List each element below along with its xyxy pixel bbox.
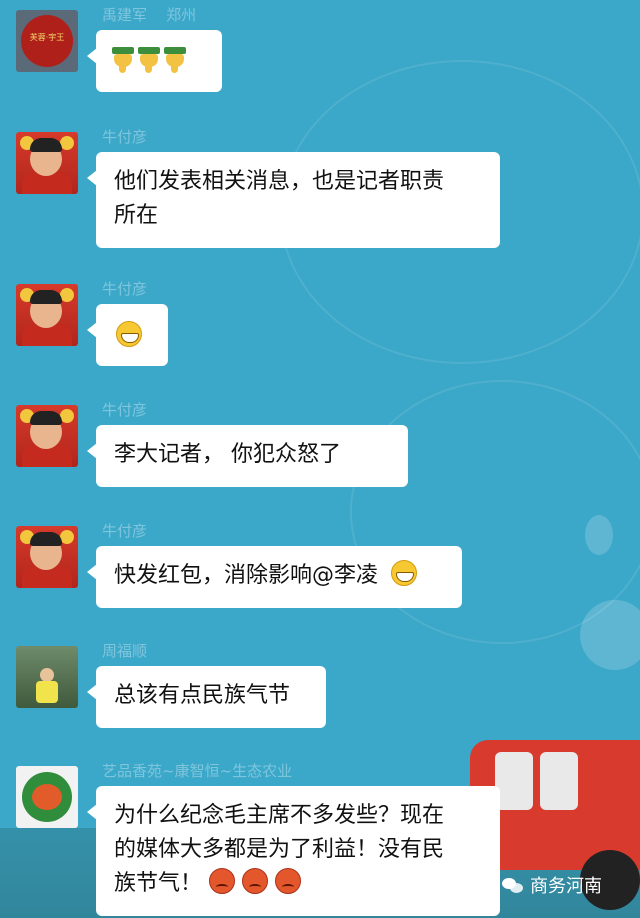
avatar[interactable]: 芙蓉·宇王 bbox=[16, 10, 78, 72]
sender-name: 牛付彦 bbox=[102, 280, 148, 298]
message-text: 总该有点民族气节 bbox=[114, 683, 291, 708]
angry-emoji-icon bbox=[242, 868, 269, 894]
lantern-icon bbox=[60, 288, 74, 302]
watermark-label: 商务河南 bbox=[530, 876, 602, 897]
grin-emoji-icon bbox=[391, 560, 418, 586]
message-bubble[interactable] bbox=[87, 304, 168, 366]
angry-emoji-icon bbox=[209, 868, 236, 894]
message-text: 的媒体大多都是为了利益！没有民 bbox=[114, 837, 445, 862]
thumbs-down-icon bbox=[112, 47, 134, 73]
sender-name: 牛付彦 bbox=[102, 401, 148, 419]
watermark: 商务河南 bbox=[502, 872, 602, 898]
message-bubble[interactable]: 为什么纪念毛主席不多发些？现在 的媒体大多都是为了利益！没有民 族节气！ bbox=[87, 786, 500, 916]
message-bubble[interactable]: 李大记者， 你犯众怒了 bbox=[87, 425, 408, 487]
angry-emoji-icon bbox=[275, 868, 302, 894]
avatar[interactable] bbox=[16, 284, 78, 346]
lantern-icon bbox=[60, 136, 74, 150]
message-text: 所在 bbox=[114, 203, 159, 228]
lantern-icon bbox=[60, 530, 74, 544]
avatar-logo-text: 芙蓉·宇王 bbox=[29, 33, 65, 42]
avatar[interactable] bbox=[16, 405, 78, 467]
sender-name: 周福顺 bbox=[102, 642, 148, 660]
sender-name: 牛付彦 bbox=[102, 522, 148, 540]
avatar[interactable] bbox=[16, 766, 78, 828]
sender-name: 艺品香苑~康智恒~生态农业 bbox=[102, 762, 293, 780]
message-bubble[interactable]: 他们发表相关消息，也是记者职责 所在 bbox=[87, 152, 500, 248]
chat-window: 芙蓉·宇王 禹建军 郑州 牛付彦 他们发表相关消息，也是记者职责 所在 牛付彦 bbox=[0, 0, 640, 918]
message-text: 快发红包，消除影响@李凌 bbox=[114, 563, 379, 588]
car-window bbox=[540, 752, 578, 810]
message-bubble[interactable] bbox=[87, 30, 222, 92]
wechat-icon bbox=[502, 876, 524, 894]
background-cloud bbox=[580, 600, 640, 670]
message-bubble[interactable]: 总该有点民族气节 bbox=[87, 666, 326, 728]
thumbs-down-icon bbox=[164, 47, 186, 73]
thumbs-down-icon bbox=[138, 47, 160, 73]
sender-location: 郑州 bbox=[166, 6, 197, 24]
message-text: 族节气！ bbox=[114, 871, 203, 896]
avatar[interactable] bbox=[16, 646, 78, 708]
sender-name: 禹建军 郑州 bbox=[102, 6, 197, 24]
message-text: 李大记者， 你犯众怒了 bbox=[114, 442, 341, 467]
avatar[interactable] bbox=[16, 526, 78, 588]
message-text: 为什么纪念毛主席不多发些？现在 bbox=[114, 803, 445, 828]
car-window bbox=[495, 752, 533, 810]
lantern-icon bbox=[60, 409, 74, 423]
message-bubble[interactable]: 快发红包，消除影响@李凌 bbox=[87, 546, 462, 608]
message-text: 他们发表相关消息，也是记者职责 bbox=[114, 169, 445, 194]
grin-emoji-icon bbox=[116, 321, 142, 347]
avatar[interactable] bbox=[16, 132, 78, 194]
background-cloud bbox=[585, 515, 613, 555]
sender-name: 牛付彦 bbox=[102, 128, 148, 146]
